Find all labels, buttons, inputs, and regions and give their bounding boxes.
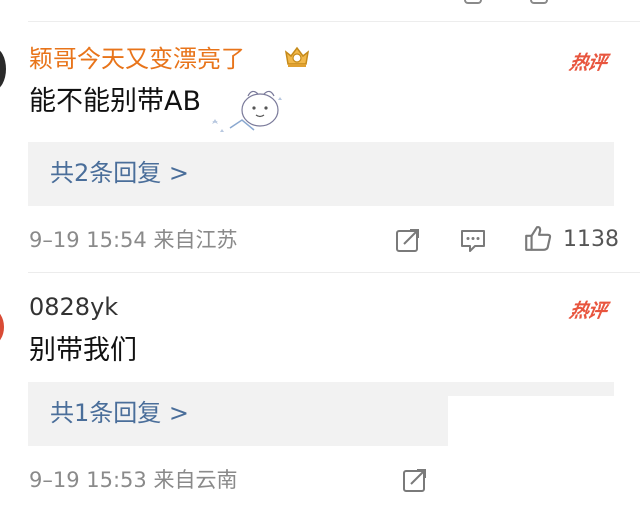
comment-meta: 9–19 15:54 来自江苏 — [29, 226, 237, 254]
reply-summary-box[interactable]: 共2条回复 > — [28, 142, 614, 206]
previous-comment-actions — [0, 0, 640, 22]
comment-item: 0828yk 热评 别带我们 共1条回复 > 9–19 15:53 来自云南 — [0, 272, 640, 513]
crown-badge-icon — [284, 46, 310, 67]
reply-box-edge — [448, 396, 618, 448]
comment-text: 别带我们 — [29, 335, 137, 366]
sticker-icon — [212, 90, 282, 132]
view-replies-link[interactable]: 共1条回复 > — [50, 397, 189, 429]
comment-text: 能不能别带AB — [29, 86, 201, 117]
share-icon[interactable] — [401, 466, 429, 494]
view-replies-link[interactable]: 共2条回复 > — [50, 157, 189, 189]
comment-location: 来自云南 — [153, 468, 238, 492]
share-icon[interactable] — [394, 226, 422, 254]
comment-username[interactable]: 颖哥今天又变漂亮了 — [29, 44, 245, 74]
comment-time: 9–19 15:53 — [29, 468, 147, 492]
comment-username[interactable]: 0828yk — [29, 292, 118, 322]
comment-item: 颖哥今天又变漂亮了 热评 能不能别带AB 共2条回复 > 9–19 15:54 … — [0, 22, 640, 272]
like-count: 1138 — [563, 227, 619, 252]
comment-location: 来自江苏 — [153, 228, 238, 252]
like-icon[interactable] — [523, 223, 553, 253]
comment-icon[interactable] — [459, 226, 487, 254]
like-icon[interactable] — [530, 0, 548, 4]
comment-time: 9–19 15:54 — [29, 228, 147, 252]
hot-comment-badge: 热评 — [567, 52, 608, 74]
hot-comment-badge: 热评 — [567, 300, 608, 322]
comment-meta: 9–19 15:53 来自云南 — [29, 466, 237, 494]
share-icon[interactable] — [464, 0, 482, 4]
